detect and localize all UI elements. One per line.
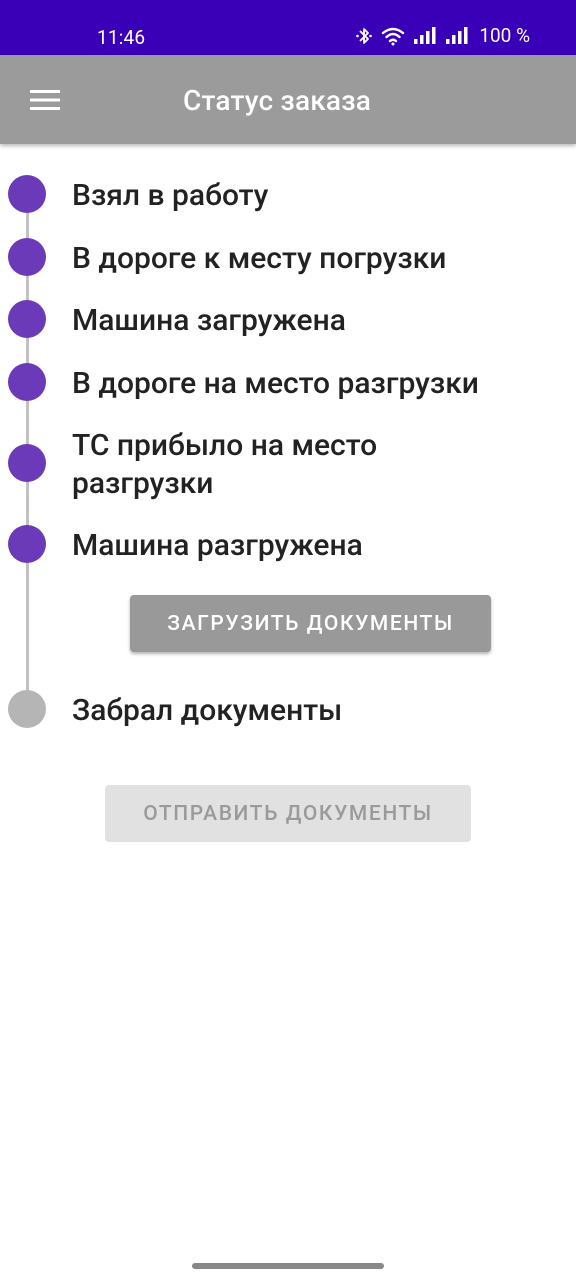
step-done-dot — [8, 525, 46, 563]
step-label-unloaded: Машина разгружена — [72, 528, 363, 563]
status-bar: 11:46 100 % — [0, 0, 576, 55]
app-bar: Статус заказа — [0, 55, 576, 144]
page-title: Статус заказа — [183, 84, 372, 117]
step-label-taken: Взял в работу — [72, 178, 269, 213]
step-done-dot — [8, 363, 46, 401]
step-done-dot — [8, 300, 46, 338]
status-time: 11:46 — [97, 26, 146, 49]
signal-icon — [414, 26, 436, 44]
step-done-dot — [8, 444, 46, 482]
wifi-icon — [382, 27, 405, 45]
upload-documents-button[interactable]: ЗАГРУЗИТЬ ДОКУМЕНТЫ — [130, 595, 491, 652]
step-label-arrived: ТС прибыло на место разгрузки — [72, 428, 378, 501]
step-label-to-loading: В дороге к месту погрузки — [72, 241, 447, 276]
step-label-loaded: Машина загружена — [72, 303, 346, 338]
step-done-dot — [8, 175, 46, 213]
home-indicator[interactable] — [192, 1263, 384, 1269]
bluetooth-icon — [356, 27, 373, 44]
step-done-dot — [8, 238, 46, 276]
step-label-documents: Забрал документы — [72, 693, 343, 728]
send-documents-button[interactable]: ОТПРАВИТЬ ДОКУМЕНТЫ — [105, 785, 471, 842]
step-label-to-unloading: В дороге на место разгрузки — [72, 366, 479, 401]
battery-level: 100 % — [479, 24, 530, 47]
status-icons: 100 % — [355, 24, 530, 47]
hamburger-menu-icon — [30, 90, 60, 110]
signal-icon — [446, 26, 468, 44]
menu-button[interactable] — [22, 77, 68, 123]
step-pending-dot — [8, 690, 46, 728]
